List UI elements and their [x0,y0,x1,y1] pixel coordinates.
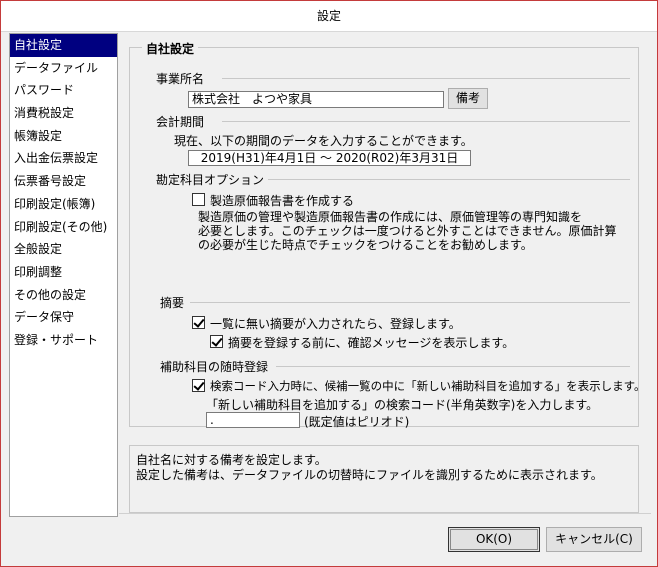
register-summary-label: 一覧に無い摘要が入力されたら、登録します。 [210,317,461,331]
fiscal-period-description: 現在、以下の期間のデータを入力することができます。 [174,134,473,148]
manufacturing-report-checkbox[interactable] [192,193,205,206]
sidebar-item-general[interactable]: 全般設定 [10,238,117,261]
sidebar-item-ledger-settings[interactable]: 帳簿設定 [10,125,117,148]
sidebar-item-consumption-tax[interactable]: 消費税設定 [10,102,117,125]
sidebar-item-other-settings[interactable]: その他の設定 [10,284,117,307]
sidebar-item-voucher-number[interactable]: 伝票番号設定 [10,170,117,193]
sidebar-item-data-file[interactable]: データファイル [10,57,117,80]
sidebar-item-data-maintenance[interactable]: データ保守 [10,306,117,329]
footer-divider [119,513,651,514]
sidebar-item-print-adjust[interactable]: 印刷調整 [10,261,117,284]
group-title: 自社設定 [142,40,199,57]
sub-account-label: 補助科目の随時登録 [160,360,269,374]
confirm-summary-label: 摘要を登録する前に、確認メッセージを表示します。 [228,336,515,350]
manufacturing-note-line-1: 製造原価の管理や製造原価報告書の作成には、原価管理等の専門知識を [198,210,583,224]
company-settings-group: 自社設定 事業所名 株式会社 よつや家具 備考 会計期間 現在、以下の期間のデー… [129,40,646,429]
manufacturing-note-line-3: の必要が生じた時点でチェックをつけることをお勧めします。 [198,238,533,252]
sidebar-item-company-settings[interactable]: 自社設定 [10,34,117,57]
info-line-2: 設定した備考は、データファイルの切替時にファイルを識別するために表示されます。 [136,468,603,482]
info-box: 自社名に対する備考を設定します。 設定した備考は、データファイルの切替時にファイ… [129,445,639,513]
manufacturing-note-line-2: 必要とします。このチェックは一度つけると外すことはできません。原価計算 [198,224,617,238]
sidebar: 自社設定 データファイル パスワード 消費税設定 帳簿設定 入出金伝票設定 伝票… [9,33,118,517]
settings-window: 設定 自社設定 データファイル パスワード 消費税設定 帳簿設定 入出金伝票設定… [0,0,658,567]
window-title: 設定 [1,1,657,32]
content-panel: 自社設定 事業所名 株式会社 よつや家具 備考 会計期間 現在、以下の期間のデー… [119,33,651,513]
business-name-input[interactable]: 株式会社 よつや家具 [188,91,444,108]
manufacturing-report-label: 製造原価報告書を作成する [210,194,355,208]
show-add-sub-account-label: 検索コード入力時に、候補一覧の中に「新しい補助科目を追加する」を表示します。 [210,379,646,393]
show-add-sub-account-checkbox[interactable] [192,379,205,392]
memo-button[interactable]: 備考 [448,88,488,109]
sidebar-item-password[interactable]: パスワード [10,79,117,102]
register-summary-checkbox[interactable] [192,316,205,329]
section-divider [190,302,630,303]
sidebar-item-print-other[interactable]: 印刷設定(その他) [10,216,117,239]
sidebar-item-voucher-settings[interactable]: 入出金伝票設定 [10,147,117,170]
confirm-summary-checkbox[interactable] [210,335,223,348]
fiscal-period-field: 2019(H31)年4月1日 ～ 2020(R02)年3月31日 [188,150,471,166]
summary-label: 摘要 [160,296,185,310]
business-name-label: 事業所名 [156,72,205,86]
section-divider [222,78,630,79]
account-options-label: 勘定科目オプション [156,173,265,187]
sub-account-code-instruction: 「新しい補助科目を追加する」の検索コード(半角英数字)を入力します。 [206,398,599,412]
fiscal-period-label: 会計期間 [156,115,205,129]
section-divider [268,179,630,180]
cancel-button[interactable]: キャンセル(C) [546,527,642,552]
sidebar-item-print-ledger[interactable]: 印刷設定(帳簿) [10,193,117,216]
ok-button[interactable]: OK(O) [448,527,540,552]
sub-account-code-input[interactable]: . [206,412,300,428]
sub-account-code-default-note: (既定値はピリオド) [304,415,410,429]
sidebar-item-registration-support[interactable]: 登録・サポート [10,329,117,352]
section-divider [222,121,630,122]
section-divider [276,366,630,367]
